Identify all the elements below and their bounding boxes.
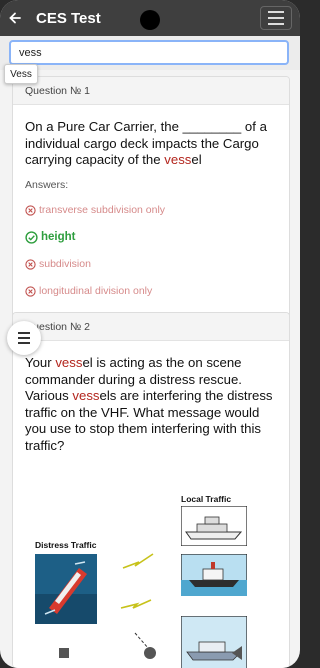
app-bar: CES Test — [0, 0, 300, 36]
question-card: Question № 1 On a Pure Car Carrier, the … — [12, 76, 290, 325]
recent-apps-icon[interactable] — [59, 648, 69, 658]
camera-cutout — [140, 10, 160, 30]
question-text: On a Pure Car Carrier, the ________ of a… — [25, 119, 267, 167]
back-triangle-icon[interactable] — [232, 646, 242, 660]
cruise-ship-image — [181, 506, 247, 546]
distress-ship-image — [35, 554, 97, 624]
figure-label-local-traffic: Local Traffic — [181, 494, 232, 504]
home-icon[interactable] — [144, 647, 156, 659]
search-input[interactable] — [9, 40, 289, 65]
search-bar — [0, 36, 300, 70]
answers-label: Answers: — [25, 178, 69, 191]
search-highlight: vess — [164, 152, 192, 167]
phone-screen: CES Test Vess Question № 1 On a Pure Car… — [0, 0, 300, 668]
question-text: Your vessel is acting as the on scene co… — [25, 355, 273, 453]
cross-circle-icon — [25, 258, 36, 270]
answer-option-correct[interactable]: height — [13, 224, 289, 251]
figure-label-distress-traffic: Distress Traffic — [35, 540, 97, 550]
app-title: CES Test — [36, 9, 101, 27]
autocomplete-suggestion[interactable]: Vess — [4, 64, 38, 84]
hamburger-icon[interactable] — [260, 6, 292, 30]
tug-boat-image — [181, 554, 247, 596]
search-highlight: vess — [72, 388, 100, 403]
cross-circle-icon — [25, 285, 36, 297]
arrow-left-icon[interactable] — [0, 0, 30, 36]
check-circle-icon — [25, 230, 38, 244]
search-highlight: vess — [55, 355, 83, 370]
answer-option[interactable]: longitudinal division only — [13, 278, 289, 305]
cross-circle-icon — [25, 204, 36, 216]
question-card: Question № 2 Your vessel is acting as th… — [12, 312, 290, 668]
system-nav-bar — [0, 640, 300, 668]
question-header: Question № 1 — [13, 77, 289, 105]
question-header: Question № 2 — [13, 313, 289, 341]
menu-fab-icon[interactable] — [7, 321, 41, 355]
answer-option[interactable]: transverse subdivision only — [13, 197, 289, 224]
answer-option[interactable]: subdivision — [13, 251, 289, 278]
